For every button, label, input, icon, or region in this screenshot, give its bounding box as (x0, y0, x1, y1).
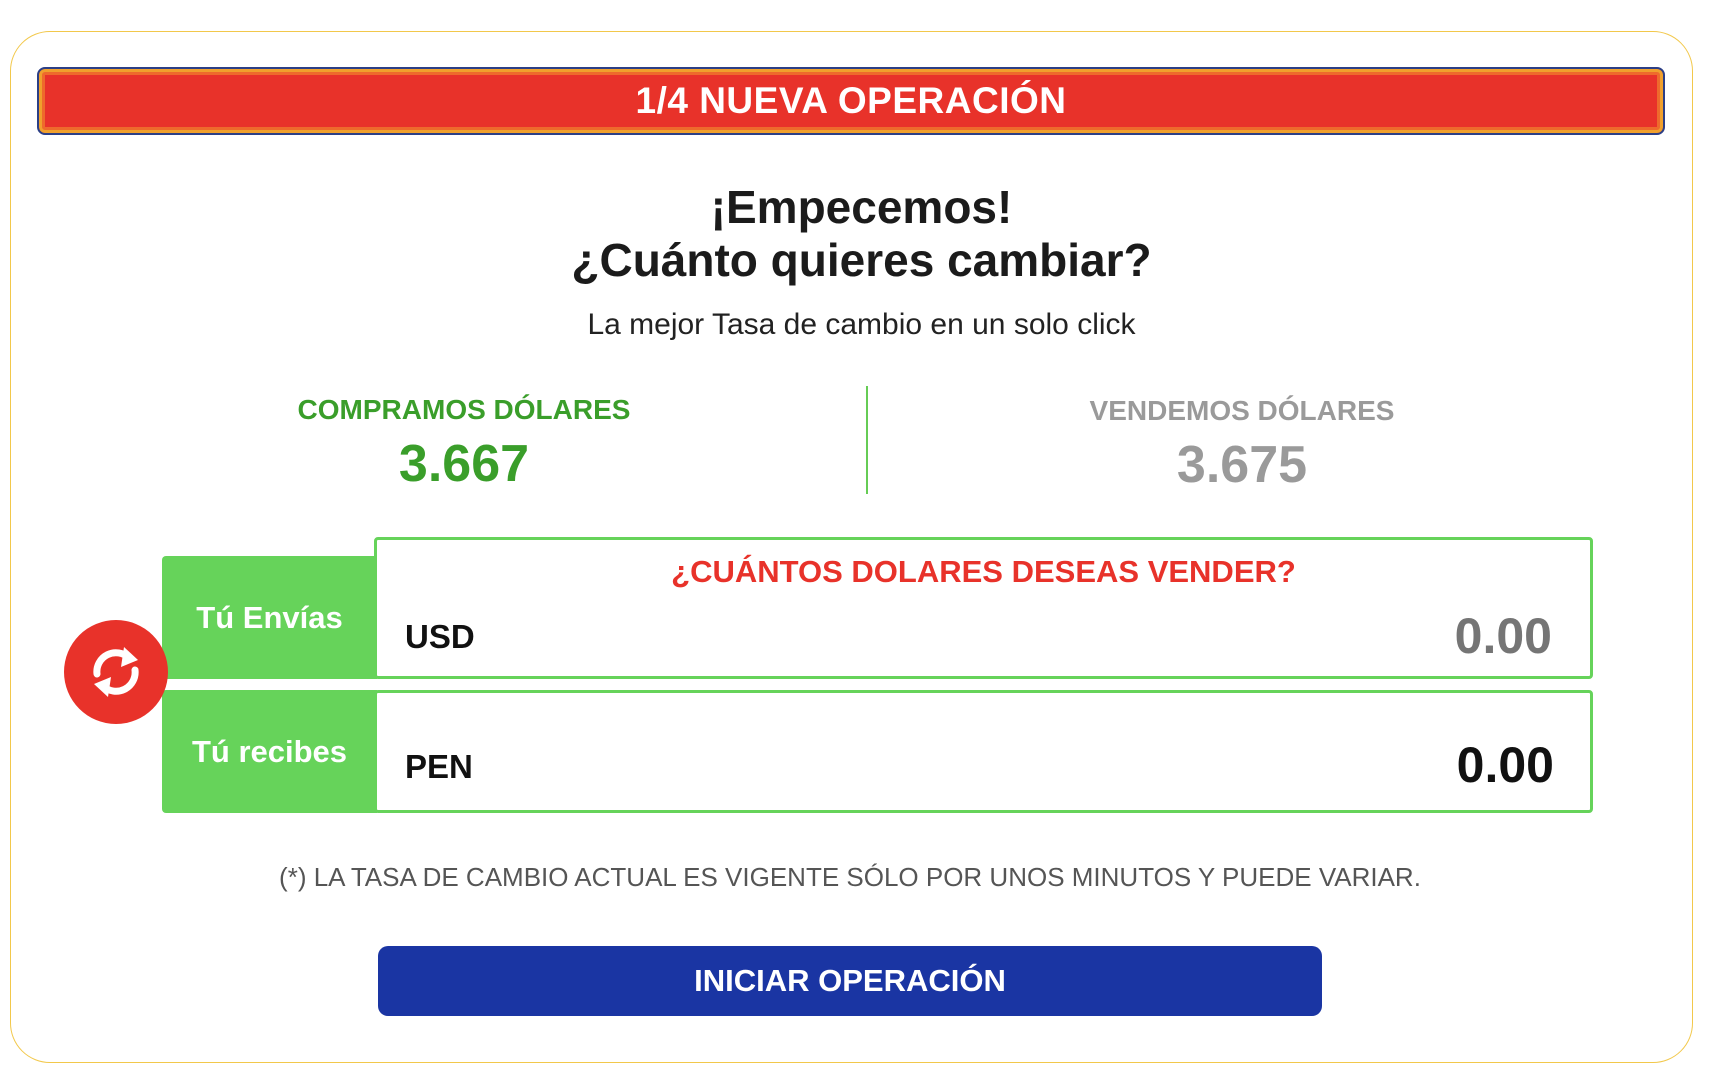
step-banner: 1/4 NUEVA OPERACIÓN (37, 67, 1665, 135)
receive-tab-label: Tú recibes (191, 733, 348, 769)
send-currency: USD (405, 618, 475, 655)
buy-rate-label: COMPRAMOS DÓLARES (297, 394, 631, 425)
send-tab-label: Tú Envías (196, 599, 343, 635)
sell-rate-value: 3.675 (1176, 436, 1308, 494)
send-amount-input[interactable] (1150, 606, 1554, 666)
buy-rate-value: 3.667 (398, 435, 530, 493)
sell-rate-label: VENDEMOS DÓLARES (1089, 395, 1395, 426)
start-operation-button[interactable]: INICIAR OPERACIÓN (378, 946, 1322, 1016)
receive-currency: PEN (405, 748, 473, 785)
receive-tab: Tú recibes (162, 690, 377, 813)
receive-amount-box: PEN 0.00 (374, 690, 1593, 813)
rate-disclaimer: (*) LA TASA DE CAMBIO ACTUAL ES VIGENTE … (279, 862, 1421, 892)
swap-currency-button[interactable] (64, 620, 168, 724)
send-tab: Tú Envías (162, 556, 377, 679)
heading-greeting: ¡Empecemos! (710, 181, 1013, 233)
rate-divider (866, 386, 868, 494)
step-title: 1/4 NUEVA OPERACIÓN (635, 80, 1067, 121)
sell-question: ¿CUÁNTOS DOLARES DESEAS VENDER? (671, 554, 1296, 589)
swap-arrows-icon (93, 647, 139, 697)
subtitle: La mejor Tasa de cambio en un solo click (587, 308, 1136, 341)
heading-question: ¿Cuánto quieres cambiar? (571, 234, 1152, 286)
receive-amount: 0.00 (1456, 737, 1554, 793)
sell-rate-tab[interactable]: VENDEMOS DÓLARES 3.675 (942, 395, 1542, 495)
send-amount-box: ¿CUÁNTOS DOLARES DESEAS VENDER? USD (374, 537, 1593, 679)
buy-rate-tab[interactable]: COMPRAMOS DÓLARES 3.667 (164, 394, 764, 494)
